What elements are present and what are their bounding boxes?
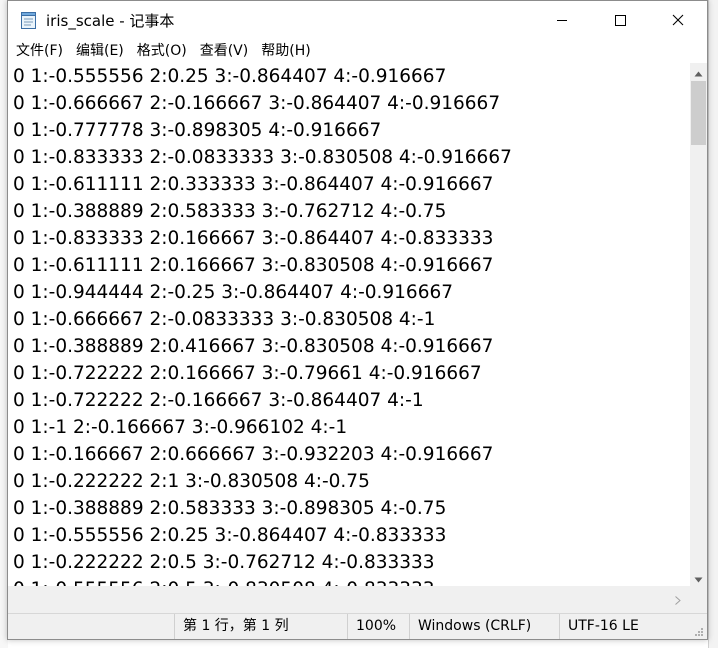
text-line: 0 1:-0.166667 2:0.666667 3:-0.932203 4:-…	[13, 444, 494, 465]
text-line: 0 1:-0.555556 2:0.25 3:-0.864407 4:-0.83…	[13, 525, 447, 546]
scroll-down-arrow-icon	[694, 568, 703, 587]
zoom-level: 100%	[347, 614, 409, 639]
text-line: 0 1:-1 2:-0.166667 3:-0.966102 4:-1	[13, 417, 348, 438]
minimize-button[interactable]	[533, 1, 591, 39]
text-line: 0 1:-0.222222 2:1 3:-0.830508 4:-0.75	[13, 471, 370, 492]
menu-help[interactable]: 帮助(H)	[256, 39, 315, 63]
text-line: 0 1:-0.666667 2:-0.0833333 3:-0.830508 4…	[13, 309, 436, 330]
maximize-icon	[614, 11, 626, 30]
text-line: 0 1:-0.611111 2:0.333333 3:-0.864407 4:-…	[13, 174, 494, 195]
horizontal-scrollbar[interactable]	[8, 586, 690, 613]
text-line: 0 1:-0.722222 2:-0.166667 3:-0.864407 4:…	[13, 390, 424, 411]
notepad-window: iris_scale - 记事本 文件(F) 编辑(E) 格式(O) 查看(V)…	[7, 0, 708, 640]
text-line: 0 1:-0.666667 2:-0.166667 3:-0.864407 4:…	[13, 93, 501, 114]
vertical-scrollbar[interactable]	[690, 63, 707, 586]
text-line: 0 1:-0.388889 2:0.583333 3:-0.898305 4:-…	[13, 498, 447, 519]
resize-grip-icon[interactable]	[692, 624, 704, 636]
text-line: 0 1:-0.611111 2:0.166667 3:-0.830508 4:-…	[13, 255, 494, 276]
vertical-scroll-thumb[interactable]	[691, 81, 706, 145]
status-bar: 第 1 行，第 1 列 100% Windows (CRLF) UTF-16 L…	[8, 613, 707, 639]
scroll-up-button[interactable]	[690, 63, 707, 80]
scrollbar-corner	[690, 586, 707, 613]
line-ending: Windows (CRLF)	[409, 614, 559, 639]
text-line: 0 1:-0.833333 2:0.166667 3:-0.864407 4:-…	[13, 228, 494, 249]
text-line: 0 1:-0.833333 2:-0.0833333 3:-0.830508 4…	[13, 147, 512, 168]
close-button[interactable]	[649, 1, 707, 39]
text-line: 0 1:-0.944444 2:-0.25 3:-0.864407 4:-0.9…	[13, 282, 454, 303]
scroll-up-arrow-icon	[694, 62, 703, 81]
text-line: 0 1:-0.555556 2:0.25 3:-0.864407 4:-0.91…	[13, 66, 447, 87]
text-line: 0 1:-0.388889 2:0.416667 3:-0.830508 4:-…	[13, 336, 494, 357]
scroll-down-button[interactable]	[690, 569, 707, 586]
menu-file[interactable]: 文件(F)	[11, 39, 68, 63]
menu-format[interactable]: 格式(O)	[132, 39, 192, 63]
text-line: 0 1:-0.555556 2:0.5 3:-0.830508 4:-0.833…	[13, 576, 435, 586]
minimize-icon	[556, 11, 568, 30]
text-line: 0 1:-0.777778 3:-0.898305 4:-0.916667	[13, 120, 382, 141]
scroll-right-arrow-icon	[674, 590, 681, 609]
maximize-button[interactable]	[591, 1, 649, 39]
encoding: UTF-16 LE	[559, 614, 689, 639]
text-line: 0 1:-0.388889 2:0.583333 3:-0.762712 4:-…	[13, 201, 447, 222]
cursor-position: 第 1 行，第 1 列	[174, 614, 347, 639]
title-bar[interactable]: iris_scale - 记事本	[8, 1, 707, 39]
menu-edit[interactable]: 编辑(E)	[71, 39, 129, 63]
text-line: 0 1:-0.222222 2:0.5 3:-0.762712 4:-0.833…	[13, 552, 435, 573]
close-icon	[672, 11, 684, 30]
notepad-icon[interactable]	[20, 10, 38, 30]
text-editor[interactable]: 0 1:-0.555556 2:0.25 3:-0.864407 4:-0.91…	[8, 63, 690, 586]
menu-bar: 文件(F) 编辑(E) 格式(O) 查看(V) 帮助(H)	[8, 39, 707, 63]
menu-view[interactable]: 查看(V)	[195, 39, 254, 63]
window-title: iris_scale - 记事本	[46, 12, 175, 30]
scroll-right-button[interactable]	[669, 591, 686, 608]
desktop-background-right	[708, 0, 718, 648]
text-line: 0 1:-0.722222 2:0.166667 3:-0.79661 4:-0…	[13, 363, 482, 384]
